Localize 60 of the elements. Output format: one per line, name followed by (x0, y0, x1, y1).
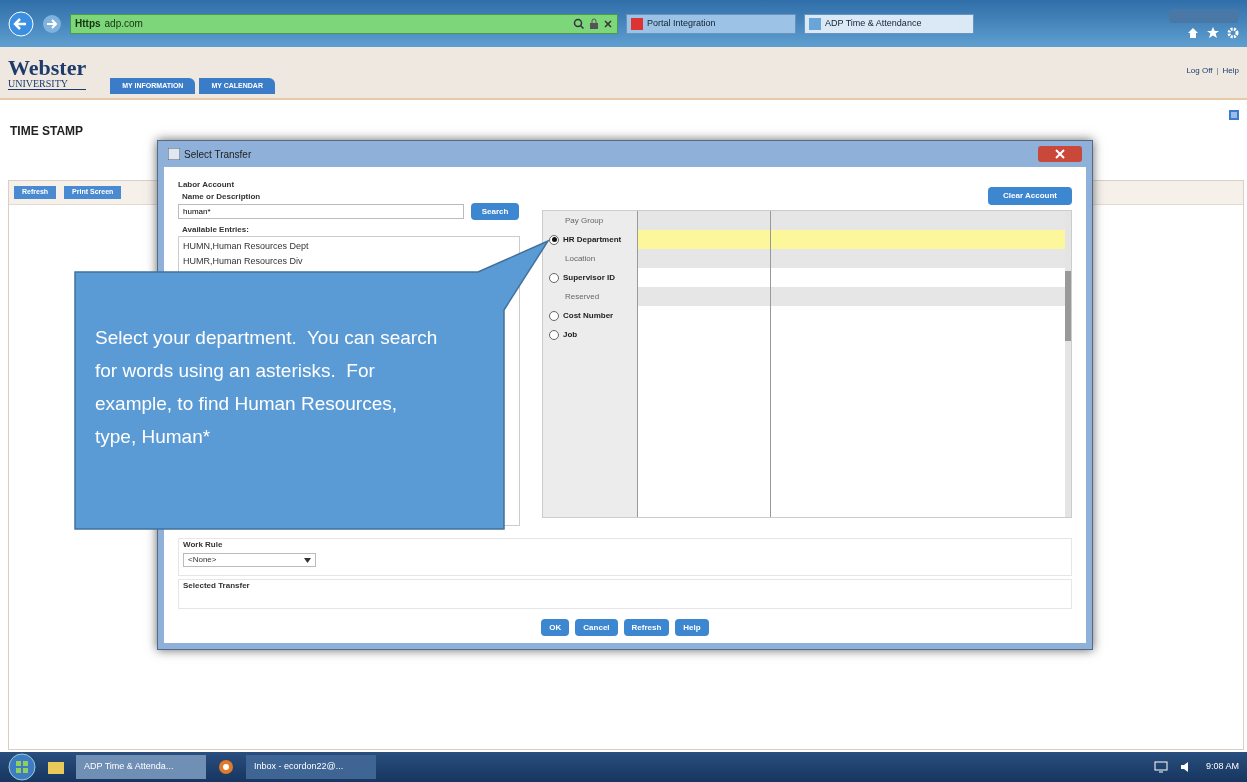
dialog-button[interactable]: Refresh (623, 619, 670, 636)
page-title: TIME STAMP (10, 123, 85, 140)
tab-icon (809, 17, 821, 30)
close-icon[interactable] (603, 18, 613, 29)
help-link[interactable]: Help (1222, 64, 1239, 77)
callout-text: Select your department. You can search for words using an asterisks. For example, to find Human Resources, type, Human* (95, 326, 439, 449)
radio-label[interactable]: Job (563, 328, 578, 341)
folder-icon[interactable] (48, 760, 64, 774)
radio-label[interactable]: Supervisor ID (563, 271, 615, 284)
address-bar[interactable]: Https adp.com (70, 13, 618, 34)
section-label: Labor Account (178, 179, 236, 191)
level-heading: Pay Group (565, 214, 604, 227)
clock[interactable]: 9:08 AM (1205, 760, 1239, 774)
url-host: adp.com (104, 17, 143, 31)
field-label: Selected Transfer (183, 581, 250, 590)
close-button[interactable] (1038, 146, 1082, 162)
browser-tab[interactable]: ADP Time & Attendance (804, 13, 974, 34)
field-label: Name or Description (182, 191, 262, 203)
work-rule-dropdown[interactable]: <None> (183, 553, 316, 567)
list-item[interactable]: HUMR,Human Resources Div (183, 254, 303, 269)
level-heading: Reserved (565, 290, 600, 303)
dropdown-arrow-icon (304, 557, 311, 563)
browser-icon[interactable] (218, 759, 234, 775)
scrollbar[interactable] (1065, 211, 1071, 517)
taskbar-item[interactable]: Inbox - ecordon22@... (246, 755, 376, 779)
window-icon (168, 148, 180, 160)
search-icon[interactable] (573, 17, 585, 30)
lock-icon (589, 17, 599, 30)
search-button[interactable]: Search (471, 203, 519, 220)
dialog-button[interactable]: OK (541, 619, 570, 636)
logo-subtext: UNIVERSITY (8, 79, 87, 90)
logo-text: Webster (8, 57, 87, 79)
network-icon[interactable] (1153, 761, 1168, 773)
start-button[interactable] (8, 753, 36, 781)
link-separator: | (1216, 64, 1219, 77)
forward-icon[interactable] (42, 13, 62, 34)
tab-icon (631, 17, 643, 30)
radio-button[interactable] (549, 310, 559, 321)
radio-button[interactable] (549, 329, 559, 340)
clear-account-button[interactable]: Clear Account (988, 187, 1072, 205)
radio-button[interactable] (549, 272, 559, 283)
field-label: Work Rule (183, 539, 224, 551)
dialog-title: Select Transfer (184, 147, 252, 162)
browser-tab[interactable]: Portal Integration (626, 13, 796, 34)
back-icon[interactable] (8, 10, 34, 37)
home-icon[interactable] (1187, 26, 1199, 39)
list-label: Available Entries: (182, 224, 250, 236)
dialog-button[interactable]: Help (675, 619, 709, 636)
log-off-link[interactable]: Log Off (1186, 64, 1213, 77)
dialog-button[interactable]: Cancel (575, 619, 618, 636)
level-heading: Location (565, 252, 596, 265)
list-item[interactable]: HUMN,Human Resources Dept (183, 239, 309, 254)
url-scheme: Https (75, 17, 101, 31)
star-icon[interactable] (1207, 26, 1219, 39)
radio-button[interactable] (549, 234, 559, 245)
page-icon[interactable] (1229, 110, 1239, 120)
settings-icon[interactable] (1227, 26, 1239, 39)
radio-label[interactable]: HR Department (563, 233, 622, 246)
search-field[interactable]: human* (178, 204, 464, 219)
radio-label[interactable]: Cost Number (563, 309, 614, 322)
